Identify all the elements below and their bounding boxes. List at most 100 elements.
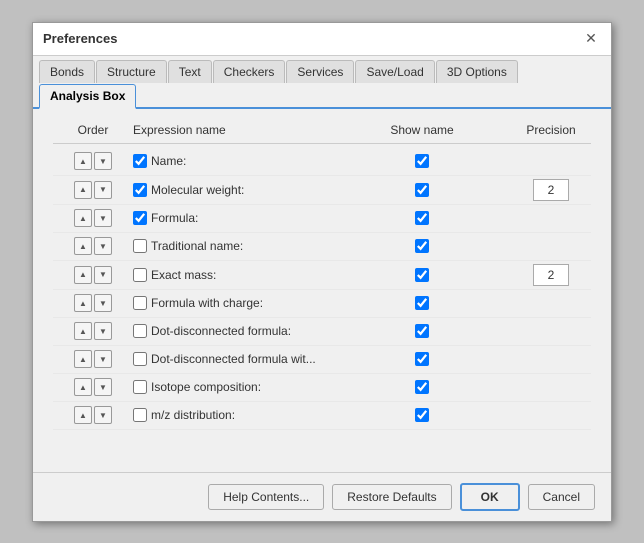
expression-checkbox-0[interactable] xyxy=(133,154,147,168)
tab-structure[interactable]: Structure xyxy=(96,60,167,83)
order-up-button[interactable]: ▲ xyxy=(74,294,92,312)
expression-checkbox-4[interactable] xyxy=(133,268,147,282)
expression-checkbox-8[interactable] xyxy=(133,380,147,394)
expression-text-0: Name: xyxy=(151,154,186,168)
show-checkbox-5[interactable] xyxy=(415,296,429,310)
expression-label-5[interactable]: Formula with charge: xyxy=(133,296,263,310)
show-checkbox-9[interactable] xyxy=(415,408,429,422)
table-row: ▲▼ Exact mass: xyxy=(53,261,591,290)
show-checkbox-2[interactable] xyxy=(415,211,429,225)
expression-label-0[interactable]: Name: xyxy=(133,154,186,168)
order-down-button[interactable]: ▼ xyxy=(94,181,112,199)
expression-label-4[interactable]: Exact mass: xyxy=(133,268,216,282)
order-down-button[interactable]: ▼ xyxy=(94,266,112,284)
order-up-button[interactable]: ▲ xyxy=(74,152,92,170)
expression-cell-7: Dot-disconnected formula wit... xyxy=(133,352,333,366)
expression-label-9[interactable]: m/z distribution: xyxy=(133,408,235,422)
show-checkbox-4[interactable] xyxy=(415,268,429,282)
expression-cell-1: Molecular weight: xyxy=(133,183,333,197)
order-down-button[interactable]: ▼ xyxy=(94,209,112,227)
expression-checkbox-3[interactable] xyxy=(133,239,147,253)
precision-cell-4 xyxy=(511,264,591,286)
show-cell-2 xyxy=(333,211,511,225)
tab-bar: BondsStructureTextCheckersServicesSave/L… xyxy=(33,56,611,109)
table-row: ▲▼ m/z distribution: xyxy=(53,402,591,430)
expression-checkbox-7[interactable] xyxy=(133,352,147,366)
col-order-label: Order xyxy=(53,123,133,137)
expression-label-8[interactable]: Isotope composition: xyxy=(133,380,261,394)
expression-cell-4: Exact mass: xyxy=(133,268,333,282)
tab-save-load[interactable]: Save/Load xyxy=(355,60,434,83)
show-cell-1 xyxy=(333,183,511,197)
show-checkbox-3[interactable] xyxy=(415,239,429,253)
expression-label-6[interactable]: Dot-disconnected formula: xyxy=(133,324,291,338)
title-bar: Preferences ✕ xyxy=(33,23,611,56)
precision-input-1[interactable] xyxy=(533,179,569,201)
show-cell-8 xyxy=(333,380,511,394)
precision-input-4[interactable] xyxy=(533,264,569,286)
order-cell-0: ▲▼ xyxy=(53,152,133,170)
dialog-title: Preferences xyxy=(43,31,117,46)
tab-3d-options[interactable]: 3D Options xyxy=(436,60,518,83)
help-button[interactable]: Help Contents... xyxy=(208,484,324,510)
expression-text-4: Exact mass: xyxy=(151,268,216,282)
ok-button[interactable]: OK xyxy=(460,483,520,511)
show-checkbox-6[interactable] xyxy=(415,324,429,338)
footer: Help Contents... Restore Defaults OK Can… xyxy=(33,472,611,521)
expression-label-7[interactable]: Dot-disconnected formula wit... xyxy=(133,352,316,366)
show-cell-5 xyxy=(333,296,511,310)
order-up-button[interactable]: ▲ xyxy=(74,209,92,227)
expression-checkbox-6[interactable] xyxy=(133,324,147,338)
expression-checkbox-9[interactable] xyxy=(133,408,147,422)
order-up-button[interactable]: ▲ xyxy=(74,181,92,199)
expression-text-9: m/z distribution: xyxy=(151,408,235,422)
table-row: ▲▼ Molecular weight: xyxy=(53,176,591,205)
expression-text-2: Formula: xyxy=(151,211,198,225)
show-checkbox-8[interactable] xyxy=(415,380,429,394)
order-up-button[interactable]: ▲ xyxy=(74,237,92,255)
order-up-button[interactable]: ▲ xyxy=(74,322,92,340)
restore-defaults-button[interactable]: Restore Defaults xyxy=(332,484,451,510)
order-up-button[interactable]: ▲ xyxy=(74,350,92,368)
order-down-button[interactable]: ▼ xyxy=(94,350,112,368)
close-button[interactable]: ✕ xyxy=(581,29,601,49)
order-down-button[interactable]: ▼ xyxy=(94,237,112,255)
cancel-button[interactable]: Cancel xyxy=(528,484,595,510)
expression-checkbox-1[interactable] xyxy=(133,183,147,197)
expression-cell-5: Formula with charge: xyxy=(133,296,333,310)
expression-cell-2: Formula: xyxy=(133,211,333,225)
expression-cell-6: Dot-disconnected formula: xyxy=(133,324,333,338)
expression-text-6: Dot-disconnected formula: xyxy=(151,324,291,338)
expression-label-2[interactable]: Formula: xyxy=(133,211,198,225)
order-down-button[interactable]: ▼ xyxy=(94,378,112,396)
order-cell-3: ▲▼ xyxy=(53,237,133,255)
expression-text-5: Formula with charge: xyxy=(151,296,263,310)
order-down-button[interactable]: ▼ xyxy=(94,406,112,424)
show-checkbox-0[interactable] xyxy=(415,154,429,168)
col-show-label: Show name xyxy=(333,123,511,137)
col-expression-label: Expression name xyxy=(133,123,333,137)
expression-checkbox-5[interactable] xyxy=(133,296,147,310)
table-row: ▲▼Traditional name: xyxy=(53,233,591,261)
order-up-button[interactable]: ▲ xyxy=(74,378,92,396)
tab-bonds[interactable]: Bonds xyxy=(39,60,95,83)
order-down-button[interactable]: ▼ xyxy=(94,152,112,170)
show-checkbox-1[interactable] xyxy=(415,183,429,197)
table-row: ▲▼ Formula with charge: xyxy=(53,290,591,318)
expression-cell-9: m/z distribution: xyxy=(133,408,333,422)
tab-services[interactable]: Services xyxy=(286,60,354,83)
tab-text[interactable]: Text xyxy=(168,60,212,83)
expression-text-1: Molecular weight: xyxy=(151,183,244,197)
expression-label-1[interactable]: Molecular weight: xyxy=(133,183,244,197)
order-up-button[interactable]: ▲ xyxy=(74,266,92,284)
expression-text-8: Isotope composition: xyxy=(151,380,261,394)
expression-checkbox-2[interactable] xyxy=(133,211,147,225)
tab-checkers[interactable]: Checkers xyxy=(213,60,286,83)
expression-label-3[interactable]: Traditional name: xyxy=(133,239,243,253)
show-checkbox-7[interactable] xyxy=(415,352,429,366)
order-up-button[interactable]: ▲ xyxy=(74,406,92,424)
order-down-button[interactable]: ▼ xyxy=(94,322,112,340)
tab-analysis-box[interactable]: Analysis Box xyxy=(39,84,136,109)
table-row: ▲▼ Name: xyxy=(53,148,591,176)
order-down-button[interactable]: ▼ xyxy=(94,294,112,312)
